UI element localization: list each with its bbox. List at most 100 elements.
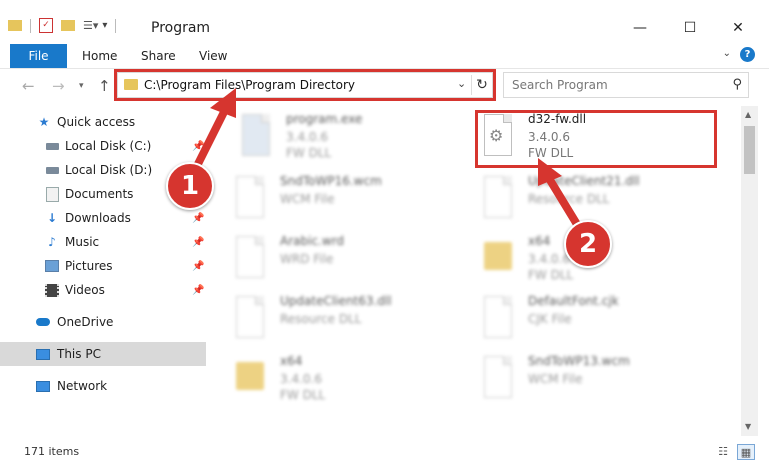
file-item[interactable]: x64 3.4.0.6 FW DLL	[230, 350, 470, 406]
sidebar-item-label: Videos	[65, 283, 105, 297]
chevron-down-icon[interactable]: ⌄	[723, 48, 731, 59]
pin-icon[interactable]: 📌	[192, 237, 204, 248]
file-name: SndToWP13.wcm	[528, 354, 630, 368]
recent-locations-icon[interactable]: ▾	[79, 81, 84, 91]
navigation-pane: ★ Quick access Local Disk (C:) 📌 Local D…	[0, 106, 206, 436]
file-type: WRD File	[280, 252, 334, 266]
folder-file-icon	[478, 234, 516, 280]
file-version: 3.4.0.6	[528, 252, 570, 266]
file-name: program.exe	[286, 112, 363, 126]
search-box[interactable]: Search Program ⚲	[503, 72, 749, 98]
star-icon: ★	[38, 115, 50, 129]
file-item[interactable]: Arabic.wrd WRD File	[230, 230, 470, 286]
file-type: Resource DLL	[528, 192, 610, 206]
sidebar-item-label: Music	[65, 235, 100, 249]
toolbar-dropdown-icon[interactable]: ▾	[102, 20, 107, 31]
sidebar-item-label: This PC	[57, 347, 101, 361]
file-version: 3.4.0.6	[286, 130, 328, 144]
help-button[interactable]: ?	[740, 47, 755, 62]
file-type: WCM File	[280, 192, 335, 206]
sidebar-item-label: Local Disk (C:)	[65, 139, 152, 153]
close-button[interactable]: ✕	[723, 18, 753, 38]
file-item-selected[interactable]: ⚙ d32-fw.dll 3.4.0.6 FW DLL	[478, 108, 718, 164]
forward-arrow-icon[interactable]: →	[52, 77, 65, 95]
dll-gear-file-icon	[478, 174, 516, 220]
customize-toolbar-icon[interactable]: ☰▾	[83, 19, 98, 32]
monitor-icon	[36, 348, 50, 360]
folder-icon[interactable]	[8, 20, 22, 31]
vertical-scrollbar[interactable]: ▲ ▼	[741, 106, 758, 436]
tab-view[interactable]: View	[199, 49, 227, 63]
tab-file[interactable]: File	[10, 44, 67, 68]
address-highlight-box	[114, 69, 496, 101]
blank-file-icon	[230, 174, 268, 220]
scroll-down-icon[interactable]: ▼	[745, 422, 751, 431]
file-name: Arabic.wrd	[280, 234, 345, 248]
details-view-icon[interactable]: ☷	[715, 444, 731, 458]
scroll-up-icon[interactable]: ▲	[745, 110, 751, 119]
tiles-view-icon[interactable]: ▦	[737, 444, 755, 460]
scrollbar-thumb[interactable]	[744, 126, 755, 174]
search-icon[interactable]: ⚲	[732, 77, 742, 92]
sidebar-item-label: OneDrive	[57, 315, 114, 329]
blank-file-icon	[478, 294, 516, 340]
file-item[interactable]: SndToWP16.wcm WCM File	[230, 170, 470, 226]
pin-icon[interactable]: 📌	[192, 213, 204, 224]
pin-icon[interactable]: 📌	[192, 141, 204, 152]
sidebar-item-label: Local Disk (D:)	[65, 163, 153, 177]
drive-icon	[45, 140, 59, 152]
file-name: UpdateClient63.dll	[280, 294, 392, 308]
film-icon	[45, 283, 59, 297]
folder-file-icon	[230, 354, 268, 400]
step-2-badge: 2	[564, 220, 612, 268]
dll-gear-file-icon: ⚙	[478, 112, 516, 158]
file-item[interactable]: SndToWP13.wcm WCM File	[478, 350, 718, 406]
pin-icon[interactable]: 📌	[192, 285, 204, 296]
quick-access-toolbar: ✓ ☰▾ ▾	[8, 18, 117, 33]
pictures-icon	[45, 260, 59, 272]
step-1-badge: 1	[166, 162, 214, 210]
file-version: 3.4.0.6	[280, 372, 322, 386]
file-item[interactable]: program.exe 3.4.0.6 FW DLL	[236, 108, 476, 164]
file-name: DefaultFont.cjk	[528, 294, 619, 308]
tab-share[interactable]: Share	[141, 49, 176, 63]
file-item[interactable]: DefaultFont.cjk CJK File	[478, 290, 718, 346]
file-type: FW DLL	[528, 268, 574, 282]
sidebar-item-pictures[interactable]: Pictures 📌	[0, 254, 206, 278]
file-type: FW DLL	[280, 388, 326, 402]
blank-file-icon	[478, 354, 516, 400]
back-arrow-icon[interactable]: ←	[22, 77, 35, 95]
sidebar-item-downloads[interactable]: ↓ Downloads 📌	[0, 206, 206, 230]
maximize-button[interactable]: ☐	[675, 18, 705, 38]
tab-home[interactable]: Home	[82, 49, 117, 63]
item-count: 171 items	[24, 445, 80, 458]
dll-gear-file-icon	[230, 294, 268, 340]
sidebar-item-music[interactable]: ♪ Music 📌	[0, 230, 206, 254]
sidebar-item-this-pc[interactable]: This PC	[0, 342, 206, 366]
sidebar-item-network[interactable]: Network	[0, 374, 206, 398]
network-icon	[36, 380, 50, 392]
search-input[interactable]: Search Program	[512, 78, 608, 92]
ribbon-tabs: File Home Share View ⌄ ?	[0, 44, 769, 69]
file-item[interactable]: UpdateClient63.dll Resource DLL	[230, 290, 470, 346]
file-name: UpdateClient21.dll	[528, 174, 640, 188]
up-arrow-icon[interactable]: ↑	[98, 77, 111, 95]
title-bar: ✓ ☰▾ ▾ Program — ☐ ✕	[0, 0, 769, 44]
documents-icon	[45, 186, 59, 202]
properties-icon[interactable]: ✓	[39, 18, 53, 33]
drive-icon	[45, 164, 59, 176]
sidebar-item-label: Pictures	[65, 259, 113, 273]
music-note-icon: ♪	[48, 235, 56, 249]
pin-icon[interactable]: 📌	[192, 261, 204, 272]
file-type: CJK File	[528, 312, 572, 326]
minimize-button[interactable]: —	[625, 18, 655, 38]
status-bar: 171 items ☷ ▦	[0, 440, 769, 472]
sidebar-item-onedrive[interactable]: OneDrive	[0, 310, 206, 334]
file-item[interactable]: UpdateClient21.dll Resource DLL	[478, 170, 718, 226]
sidebar-item-videos[interactable]: Videos 📌	[0, 278, 206, 302]
sidebar-item-local-disk-c[interactable]: Local Disk (C:) 📌	[0, 134, 206, 158]
sidebar-item-label: Network	[57, 379, 108, 393]
sidebar-item-quick-access[interactable]: ★ Quick access	[0, 110, 206, 134]
file-type: FW DLL	[528, 146, 574, 160]
new-folder-icon[interactable]	[61, 20, 75, 31]
